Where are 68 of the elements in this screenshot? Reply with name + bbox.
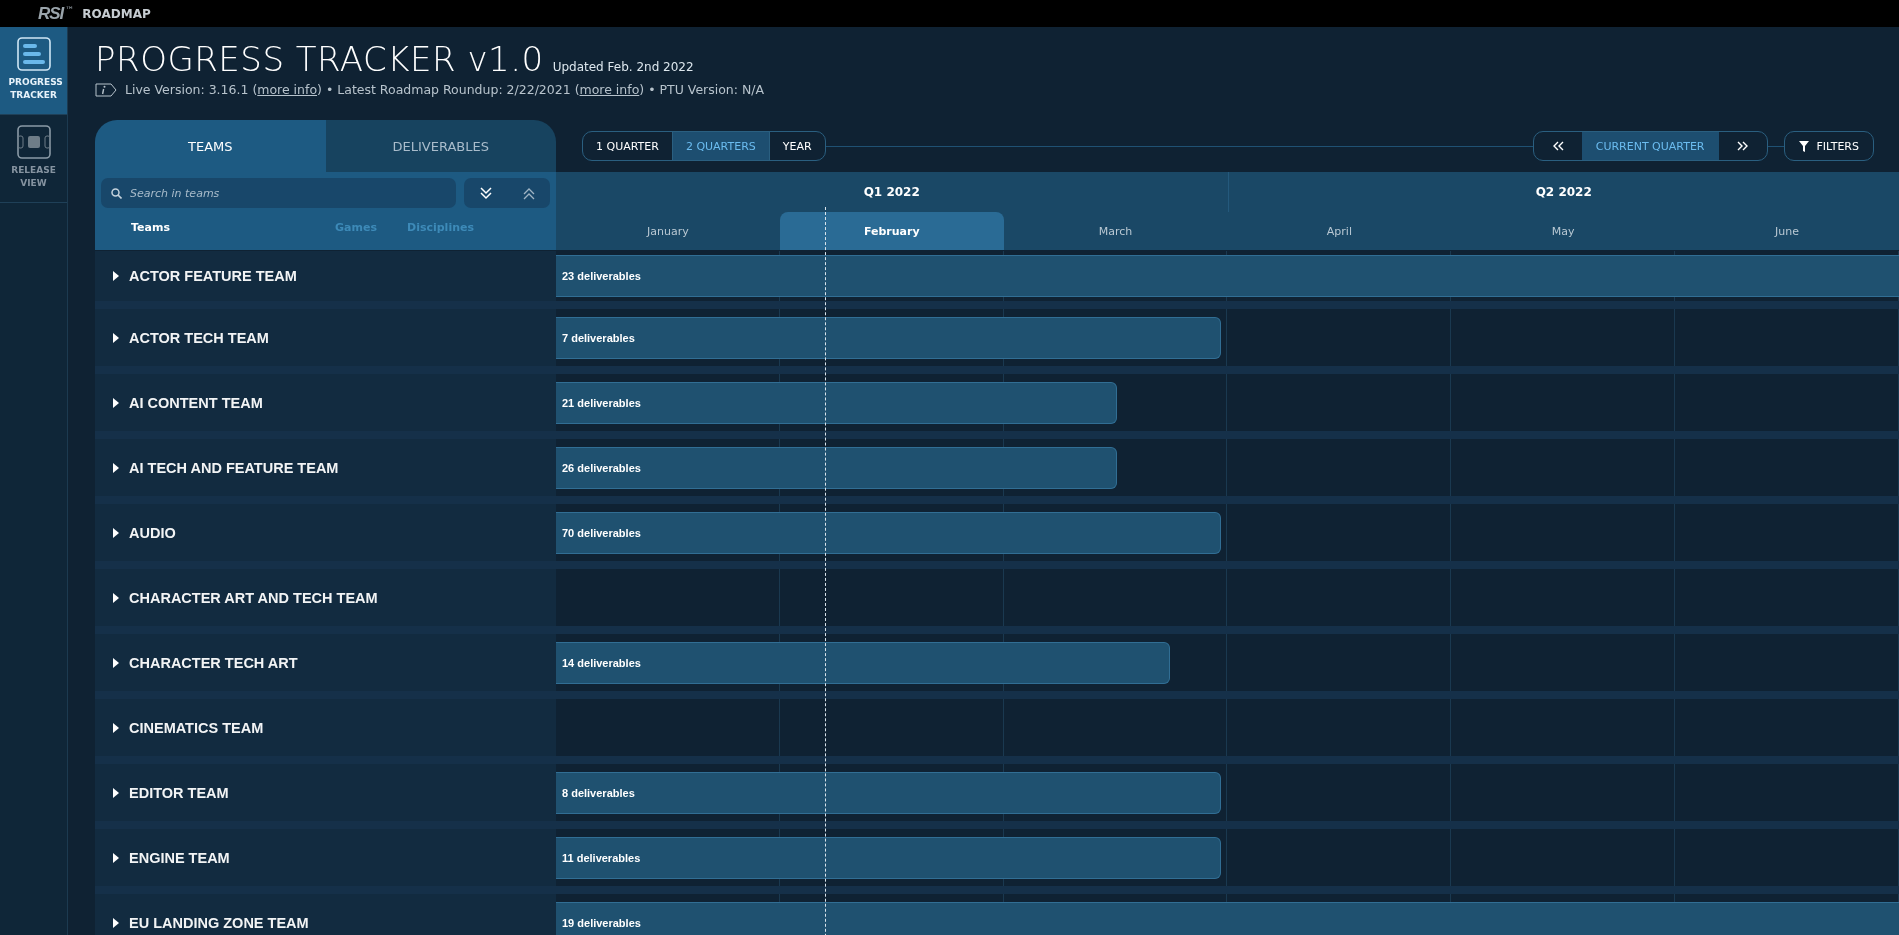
deliverables-bar[interactable]: 7 deliverables — [556, 316, 1221, 359]
sidebar-item[interactable]: PROGRESS TRACKER — [0, 27, 67, 115]
month-header[interactable]: May — [1451, 212, 1676, 250]
quarter-label: Q1 2022 — [862, 184, 921, 201]
view-range-button[interactable]: 2 QUARTERS — [671, 132, 769, 160]
info-icon — [95, 82, 117, 97]
month-header[interactable]: January — [556, 212, 780, 250]
double-chevron-right-icon — [1736, 141, 1749, 151]
more-info-link[interactable]: more info — [579, 82, 640, 97]
caret-right-icon — [113, 462, 119, 473]
team-row[interactable]: ACTOR TECH TEAM — [95, 309, 556, 366]
logo[interactable]: RSI — [38, 3, 64, 24]
column-filter-tab[interactable]: Teams — [131, 220, 170, 234]
team-row[interactable]: EDITOR TEAM — [95, 764, 556, 821]
current-quarter-button[interactable]: CURRENT QUARTER — [1581, 132, 1719, 160]
filters-button[interactable]: FILTERS — [1783, 131, 1874, 161]
deliverables-bar[interactable]: 8 deliverables — [556, 771, 1221, 814]
deliverables-bar[interactable]: 19 deliverables — [556, 901, 1899, 935]
view-range-button[interactable]: 1 QUARTER — [583, 132, 672, 160]
deliverables-bar[interactable]: 26 deliverables — [556, 446, 1118, 489]
caret-right-icon — [113, 657, 119, 668]
deliverables-bar[interactable]: 14 deliverables — [556, 641, 1170, 684]
caret-right-icon — [113, 787, 119, 798]
collapse-all-button[interactable] — [521, 186, 536, 200]
sidebar-item[interactable]: RELEASE VIEW — [0, 115, 67, 203]
updated-date: Updated Feb. 2nd 2022 — [552, 60, 694, 74]
caret-right-icon — [113, 527, 119, 538]
quarter-label: Q2 2022 — [1227, 172, 1899, 212]
team-row[interactable]: ENGINE TEAM — [95, 829, 556, 886]
month-header[interactable]: February — [779, 212, 1004, 250]
caret-right-icon — [113, 852, 119, 863]
app-title: ROADMAP — [82, 6, 151, 21]
panel-tab[interactable]: DELIVERABLES — [325, 120, 556, 172]
team-row[interactable]: CINEMATICS TEAM — [95, 699, 556, 756]
version-info: Live Version: 3.16.1 (more info) • Latest Roadmap Roundup: 2/22/2021 (more info) • PTU Version: N/A — [125, 82, 765, 97]
team-row[interactable]: EU LANDING ZONE TEAM — [95, 894, 556, 935]
deliverables-bar[interactable]: 11 deliverables — [556, 836, 1221, 879]
trademark: ™ — [65, 5, 75, 15]
double-chevron-left-icon — [1551, 141, 1564, 151]
team-row[interactable]: AI TECH AND FEATURE TEAM — [95, 439, 556, 496]
filter-icon — [1798, 140, 1809, 152]
deliverables-bar[interactable]: 23 deliverables — [556, 255, 1899, 297]
team-row[interactable]: AUDIO — [95, 504, 556, 561]
search-field[interactable]: Search in teams — [101, 178, 456, 208]
release-view-icon — [16, 125, 51, 159]
double-chevron-down-icon — [478, 186, 493, 200]
month-header[interactable]: April — [1227, 212, 1452, 250]
double-chevron-up-icon — [521, 186, 536, 200]
month-header[interactable]: June — [1675, 212, 1899, 250]
caret-right-icon — [113, 917, 119, 928]
deliverables-bar[interactable]: 70 deliverables — [556, 511, 1221, 554]
view-range-button[interactable]: YEAR — [768, 132, 825, 160]
caret-right-icon — [113, 592, 119, 603]
caret-right-icon — [113, 397, 119, 408]
team-row[interactable]: ACTOR FEATURE TEAM — [95, 251, 556, 301]
team-row[interactable]: CHARACTER TECH ART — [95, 634, 556, 691]
team-row[interactable]: CHARACTER ART AND TECH TEAM — [95, 569, 556, 626]
panel-tab[interactable]: TEAMS — [95, 120, 326, 172]
page-title: PROGRESS TRACKER v1.0 — [95, 39, 544, 79]
more-info-link[interactable]: more info — [257, 82, 318, 97]
deliverables-bar[interactable]: 21 deliverables — [556, 381, 1118, 424]
team-row[interactable]: AI CONTENT TEAM — [95, 374, 556, 431]
caret-right-icon — [113, 271, 119, 281]
expand-all-button[interactable] — [478, 186, 493, 200]
caret-right-icon — [113, 332, 119, 343]
progress-bars-icon — [16, 37, 51, 71]
caret-right-icon — [113, 722, 119, 733]
month-header[interactable]: March — [1003, 212, 1228, 250]
